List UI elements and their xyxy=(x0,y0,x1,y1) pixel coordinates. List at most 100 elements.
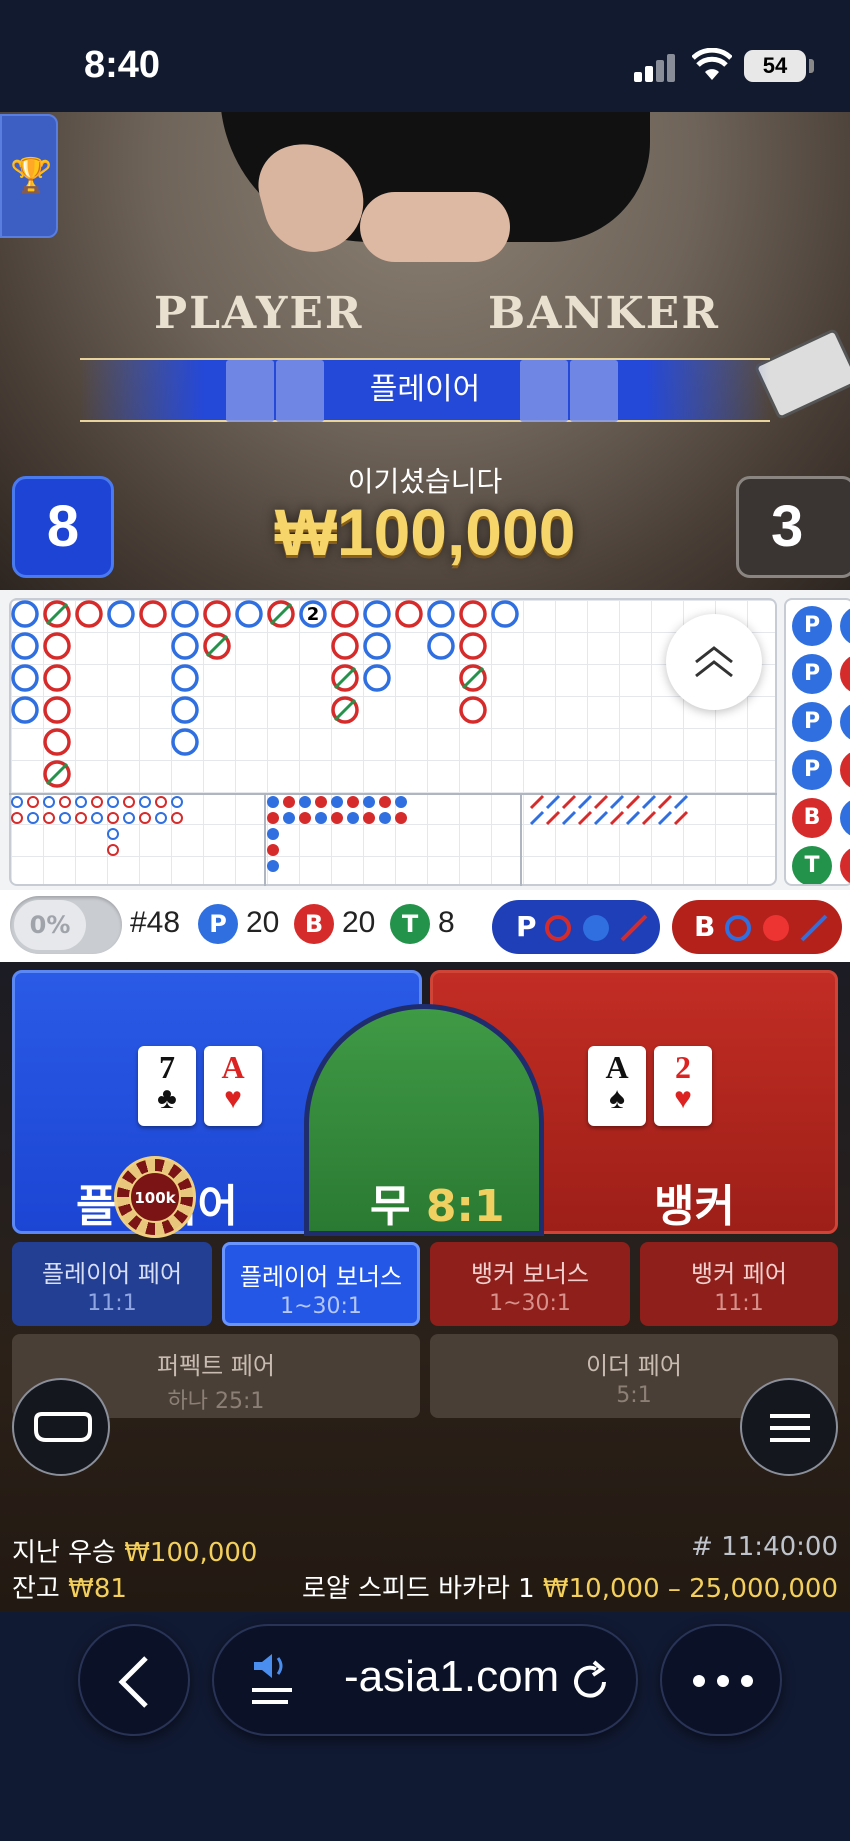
road-bead xyxy=(427,600,455,628)
predict-road-icons xyxy=(545,914,648,942)
road-bead xyxy=(11,600,39,628)
banker-bet-label: 뱅커 xyxy=(654,1181,735,1232)
small-road-bead xyxy=(91,812,103,824)
small-road-bead xyxy=(139,812,151,824)
round-id: # 11:40:00 xyxy=(691,1532,838,1562)
small-road-bead xyxy=(59,796,71,808)
road-bead xyxy=(363,664,391,692)
road-bead xyxy=(459,600,487,628)
dealer-hand xyxy=(360,192,510,262)
road-bead xyxy=(331,664,359,692)
small-road-bead xyxy=(11,812,23,824)
player-pair-bet[interactable]: 플레이어 페어 11:1 xyxy=(12,1242,212,1326)
small-road-bead xyxy=(27,812,39,824)
small-road-dot xyxy=(315,812,327,824)
cockroach-road-mark xyxy=(529,794,545,810)
cockroach-road-mark xyxy=(625,810,641,826)
trophy-tab[interactable]: 🏆 xyxy=(0,114,58,238)
wifi-icon xyxy=(692,48,732,80)
round-number: #48 xyxy=(130,906,181,939)
more-options-button[interactable] xyxy=(660,1624,782,1736)
small-road-dot xyxy=(315,796,327,808)
road-bead xyxy=(171,664,199,692)
small-road-bead xyxy=(75,796,87,808)
small-road-bead xyxy=(139,796,151,808)
cockroach-road-mark xyxy=(577,794,593,810)
small-road-bead xyxy=(155,812,167,824)
small-road-bead xyxy=(123,812,135,824)
status-bar: 8:40 54 xyxy=(0,0,850,112)
collapse-roadmap-button[interactable] xyxy=(666,614,762,710)
road-bead xyxy=(11,632,39,660)
table-banker-word: BANKER xyxy=(488,288,720,339)
road-bead xyxy=(171,696,199,724)
road-bead xyxy=(235,600,263,628)
small-road-dot xyxy=(331,812,343,824)
player-card: A ♥ xyxy=(204,1046,262,1126)
small-road-bead xyxy=(107,812,119,824)
banker-card: A ♠ xyxy=(588,1046,646,1126)
banker-predict-button[interactable]: B xyxy=(672,900,842,954)
road-bead xyxy=(75,600,103,628)
status-time: 8:40 xyxy=(84,44,161,86)
player-bonus-bet[interactable]: 플레이어 보너스 1~30:1 xyxy=(222,1242,420,1326)
menu-button[interactable] xyxy=(740,1378,838,1476)
road-bead xyxy=(267,600,295,628)
cockroach-road-mark xyxy=(641,810,657,826)
small-road-dot xyxy=(299,796,311,808)
tie-bet-label: 무 8:1 xyxy=(370,1181,505,1232)
cockroach-road-mark xyxy=(673,810,689,826)
table-card xyxy=(570,360,618,422)
road-bead xyxy=(107,600,135,628)
small-road-bead xyxy=(171,796,183,808)
address-bar[interactable]: -asia1.com xyxy=(212,1624,638,1736)
bead-b: B xyxy=(792,798,832,838)
chat-button[interactable] xyxy=(12,1378,110,1476)
game-info-footer: 지난 우승 ₩100,000 잔고 ₩81 # 11:40:00 로얄 스피드 … xyxy=(0,1516,850,1612)
small-road-dot xyxy=(267,860,279,872)
small-road-dot xyxy=(395,796,407,808)
banker-bonus-bet[interactable]: 뱅커 보너스 1~30:1 xyxy=(430,1242,630,1326)
bead-partial xyxy=(840,702,850,742)
road-bead xyxy=(203,600,231,628)
percent-toggle[interactable]: 0% xyxy=(10,896,122,954)
bead-p: P xyxy=(792,606,832,646)
small-road-dot xyxy=(283,812,295,824)
table-info: 로얄 스피드 바카라 1 ₩10,000 – 25,000,000 xyxy=(301,1574,838,1604)
battery-indicator: 54 xyxy=(744,50,806,82)
bead-p: P xyxy=(792,702,832,742)
road-bead xyxy=(427,632,455,660)
chevron-left-icon xyxy=(118,1656,148,1708)
small-road-bead xyxy=(11,796,23,808)
betting-area: 7♣ A♥ A♠ 2♥ 플레이어 무 8:1 뱅커 100k 플레이어 페어11… xyxy=(0,962,850,1612)
hamburger-menu-icon xyxy=(770,1414,810,1442)
chip-value: 100k xyxy=(129,1171,181,1223)
small-road-dot xyxy=(347,812,359,824)
banker-pair-bet[interactable]: 뱅커 페어 11:1 xyxy=(640,1242,838,1326)
banker-count-chip: B xyxy=(294,904,334,944)
banker-card: 2 ♥ xyxy=(654,1046,712,1126)
player-predict-button[interactable]: P xyxy=(492,900,660,954)
bead-column: PPPPBT xyxy=(784,598,850,886)
reload-icon xyxy=(574,1660,606,1698)
result-banner-text: 플레이어 xyxy=(369,372,481,407)
win-amount: ₩100,000 xyxy=(274,495,576,569)
battery-tip xyxy=(809,59,814,73)
small-road-dot xyxy=(299,812,311,824)
bead-partial xyxy=(840,798,850,838)
player-score: 8 xyxy=(12,476,114,578)
tie-count-chip: T xyxy=(390,904,430,944)
small-road-dot xyxy=(267,796,279,808)
road-bead xyxy=(11,664,39,692)
player-predict-label: P xyxy=(516,910,537,943)
small-road-bead xyxy=(27,796,39,808)
chevron-up-double-icon xyxy=(695,646,733,678)
small-road-bead xyxy=(155,796,167,808)
banker-score: 3 xyxy=(736,476,850,578)
bead-t: T xyxy=(792,846,832,884)
road-bead xyxy=(363,632,391,660)
cockroach-road-mark xyxy=(561,794,577,810)
bet-chip[interactable]: 100k xyxy=(114,1156,196,1238)
player-count-chip: P xyxy=(198,904,238,944)
back-button[interactable] xyxy=(78,1624,190,1736)
